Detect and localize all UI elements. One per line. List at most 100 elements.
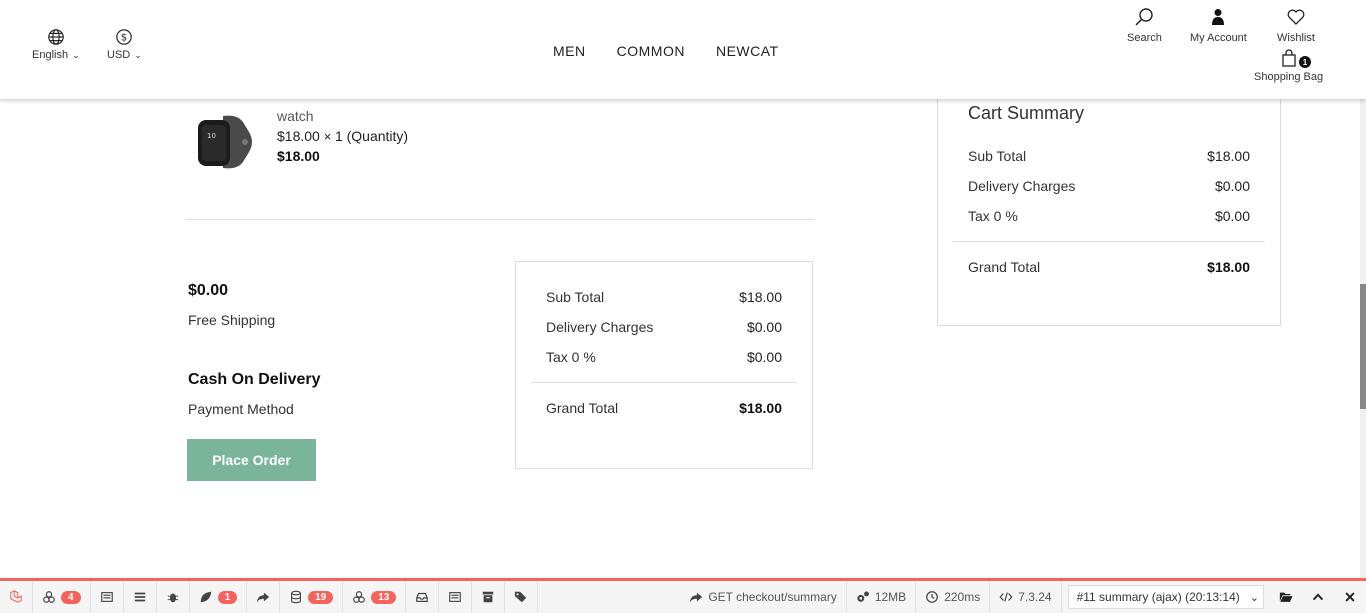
summary-label: Grand Total: [968, 259, 1041, 275]
summary-value: $0.00: [746, 319, 782, 335]
clock-icon: [926, 591, 939, 603]
shipping-label: Free Shipping: [188, 312, 276, 328]
wishlist-label: Wishlist: [1277, 32, 1315, 44]
database-icon: [291, 590, 302, 604]
views-count-badge: 4: [61, 590, 81, 604]
time-info[interactable]: 220ms: [916, 581, 991, 613]
summary-value: $0.00: [1214, 178, 1250, 194]
product-total: $18.00: [277, 148, 320, 164]
language-label: English: [32, 49, 69, 61]
request-history-value: #11 summary (ajax) (20:13:14): [1076, 590, 1240, 604]
archive-icon: [483, 591, 494, 603]
folder-open-icon: [1279, 592, 1293, 602]
php-version-info: 7.3.24: [990, 581, 1062, 613]
tasks-icon: [134, 592, 145, 602]
chevron-up-icon: [1312, 593, 1324, 601]
share-icon: [690, 592, 703, 603]
close-icon: [1345, 592, 1355, 602]
globe-icon: [48, 29, 64, 45]
bag-count-badge: 1: [1299, 56, 1311, 68]
main-nav: MEN COMMON NEWCAT: [553, 43, 779, 59]
summary-value: $18.00: [1207, 259, 1250, 275]
currency-label: USD: [107, 49, 131, 61]
routes-tab[interactable]: 1: [190, 581, 248, 613]
exceptions-tab[interactable]: [157, 581, 190, 613]
site-header: English ⌄ $ USD ⌄ MEN COMMON NEWCAT Sear…: [0, 0, 1366, 99]
cogs-icon: [857, 591, 869, 602]
bag-label: Shopping Bag: [1254, 71, 1324, 83]
payment-method-label: Payment Method: [188, 401, 294, 417]
queries-count-badge: 19: [308, 590, 334, 604]
times-icon: ×: [323, 129, 335, 144]
currency-selector[interactable]: $ USD ⌄: [107, 28, 142, 61]
order-summary-box: Sub Total $18.00 Delivery Charges $0.00 …: [515, 261, 813, 469]
heart-icon: [1287, 9, 1305, 25]
summary-row-subtotal: Sub Total $18.00: [546, 289, 782, 305]
divider: [531, 382, 797, 383]
search-icon: [1135, 8, 1154, 26]
close-debugbar-button[interactable]: [1334, 581, 1366, 613]
shipping-amount: $0.00: [188, 282, 229, 299]
request-history-select[interactable]: #11 summary (ajax) (20:13:14) ⌄: [1067, 585, 1264, 609]
open-handler-button[interactable]: [1270, 581, 1302, 613]
routes-count-badge: 1: [217, 590, 238, 604]
account-button[interactable]: My Account: [1190, 7, 1247, 44]
debug-bar-right: GET checkout/summary 12MB 220ms 7.3.24 #…: [680, 581, 1366, 613]
search-button[interactable]: Search: [1127, 7, 1162, 44]
route-tab[interactable]: [247, 581, 281, 613]
chevron-down-icon: ⌄: [134, 49, 142, 60]
cart-summary-box: Cart Summary Sub Total $18.00 Delivery C…: [937, 74, 1281, 326]
laravel-logo-button[interactable]: [0, 581, 33, 613]
user-icon: [1212, 9, 1225, 25]
summary-value: $18.00: [1207, 148, 1250, 164]
models-tab[interactable]: 13: [343, 581, 407, 613]
nav-item-common[interactable]: COMMON: [617, 43, 685, 59]
memory-info[interactable]: 12MB: [847, 581, 917, 613]
memory-label: 12MB: [874, 590, 907, 604]
product-image: 10: [198, 115, 252, 169]
shopping-bag-button[interactable]: 1 Shopping Bag: [1254, 48, 1323, 83]
summary-label: Delivery Charges: [546, 319, 654, 335]
summary-row-delivery: Delivery Charges $0.00: [546, 319, 782, 335]
summary-label: Grand Total: [546, 400, 619, 416]
wishlist-button[interactable]: Wishlist: [1277, 7, 1315, 44]
language-selector[interactable]: English ⌄: [32, 28, 80, 61]
divider: [186, 219, 814, 220]
summary-label: Sub Total: [546, 289, 605, 305]
cart-row-tax: Tax 0 % $0.00: [968, 208, 1250, 224]
timeline-tab[interactable]: [124, 581, 157, 613]
request-info[interactable]: GET checkout/summary: [680, 581, 847, 613]
summary-value: $18.00: [739, 289, 782, 305]
place-order-button[interactable]: Place Order: [187, 439, 316, 481]
queries-tab[interactable]: 19: [280, 581, 344, 613]
product-name[interactable]: watch: [277, 108, 314, 124]
summary-label: Tax 0 %: [968, 208, 1018, 224]
php-version-label: 7.3.24: [1018, 590, 1052, 604]
page-scrollbar[interactable]: [1360, 99, 1366, 579]
tags-tab[interactable]: [505, 581, 539, 613]
svg-text:$: $: [121, 33, 127, 44]
models-count-badge: 13: [371, 590, 397, 604]
dollar-icon: $: [116, 29, 133, 45]
summary-value: $18.00: [739, 400, 782, 416]
nav-item-men[interactable]: MEN: [553, 43, 586, 59]
cart-row-subtotal: Sub Total $18.00: [968, 148, 1250, 164]
product-qty-line: $18.00 × 1 (Quantity): [277, 128, 408, 144]
summary-label: Sub Total: [968, 148, 1027, 164]
code-icon: [999, 592, 1013, 602]
bug-icon: [167, 593, 178, 603]
request-label: GET checkout/summary: [708, 590, 837, 604]
leaf-icon: [200, 591, 211, 603]
nav-item-newcat[interactable]: NEWCAT: [716, 43, 779, 59]
messages-tab[interactable]: [91, 581, 124, 613]
summary-row-grand-total: Grand Total $18.00: [546, 400, 782, 416]
maximize-button[interactable]: [1302, 581, 1334, 613]
debug-bar: 4 1 19 13 GET checkout/summary 12MB 220m…: [0, 578, 1366, 613]
session-tab[interactable]: [472, 581, 506, 613]
inbox-icon: [416, 592, 429, 602]
request-tab[interactable]: [439, 581, 473, 613]
mails-tab[interactable]: [406, 581, 440, 613]
views-tab[interactable]: 4: [33, 581, 91, 613]
scrollbar-thumb[interactable]: [1360, 284, 1366, 409]
share-icon: [257, 592, 270, 603]
